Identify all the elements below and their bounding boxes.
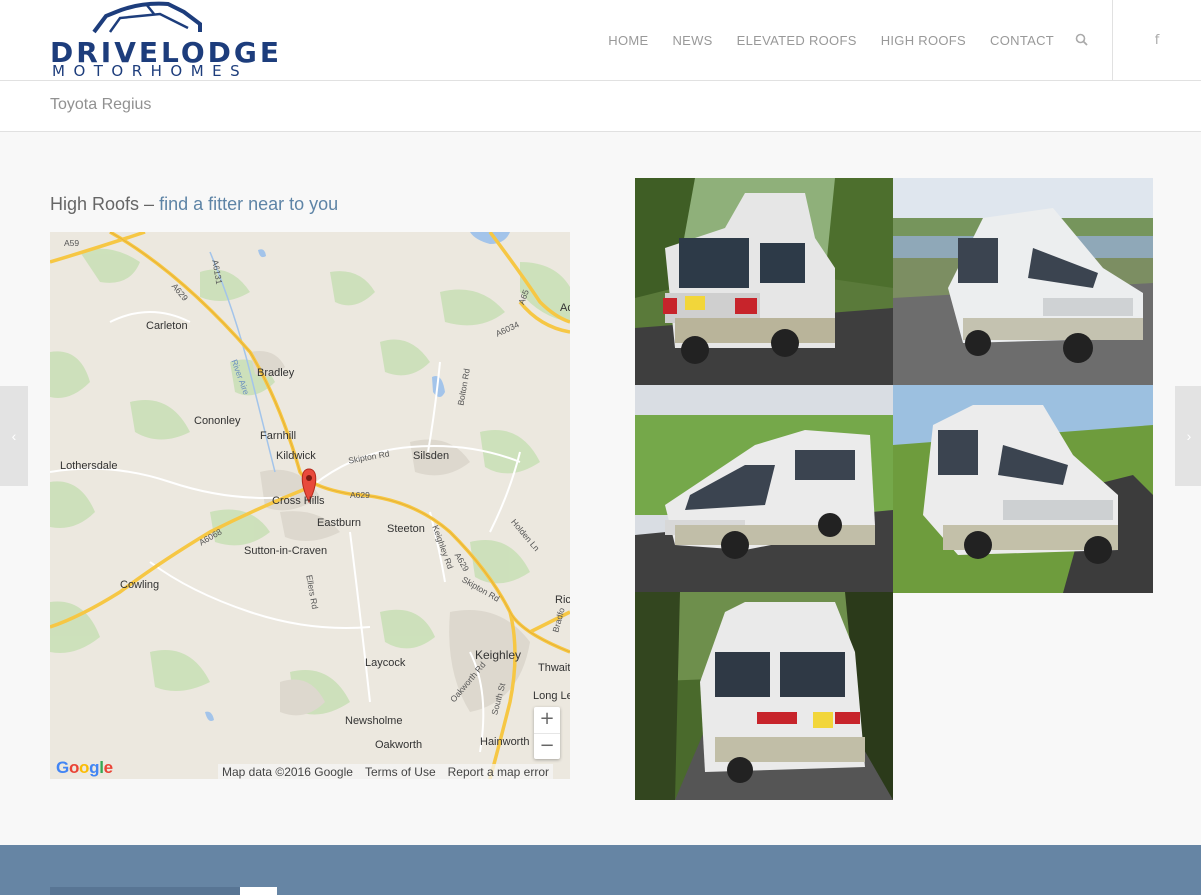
- map-label-kildwick: Kildwick: [276, 450, 316, 462]
- photo-van-rear-lane: [635, 592, 893, 800]
- nav-item-home[interactable]: HOME: [608, 33, 648, 48]
- map-label-thwait: Thwait: [538, 662, 570, 674]
- map-label-eastburn: Eastburn: [317, 517, 362, 529]
- zoom-out-button[interactable]: −: [534, 733, 560, 759]
- map-label-cowling: Cowling: [120, 579, 160, 591]
- map-label-oakworth: Oakworth: [375, 739, 423, 751]
- map-label-long-lee: Long Le: [533, 690, 570, 702]
- previous-post-arrow[interactable]: ‹: [0, 386, 28, 486]
- map-label-lothersdale: Lothersdale: [60, 460, 118, 472]
- gallery-image-2[interactable]: [893, 178, 1153, 385]
- logo-wordmark-bottom: MOTORHOMES: [52, 62, 249, 80]
- map-report-error-link[interactable]: Report a map error: [448, 765, 549, 779]
- map-label-cononley: Cononley: [194, 415, 241, 427]
- zoom-in-button[interactable]: +: [534, 707, 560, 733]
- nav-item-high-roofs[interactable]: HIGH ROOFS: [881, 33, 966, 48]
- map-road-a59: A59: [64, 238, 80, 248]
- gallery-image-1[interactable]: [635, 178, 893, 385]
- chevron-right-icon: ›: [1186, 428, 1192, 444]
- gallery-image-5[interactable]: [635, 592, 893, 800]
- nav-item-contact[interactable]: CONTACT: [990, 33, 1054, 48]
- search-icon[interactable]: [1074, 32, 1090, 48]
- next-post-arrow[interactable]: ›: [1175, 386, 1201, 486]
- fitter-map[interactable]: Carleton Bradley Cononley Farnhill Kildw…: [50, 232, 570, 779]
- find-fitter-link[interactable]: find a fitter near to you: [159, 194, 338, 214]
- map-label-farnhill: Farnhill: [260, 430, 297, 442]
- map-label-sutton-in-craven: Sutton-in-Craven: [244, 545, 328, 557]
- map-label-ric: Ric: [555, 594, 570, 606]
- map-label-silsden: Silsden: [413, 450, 450, 462]
- chevron-left-icon: ‹: [11, 428, 17, 444]
- heading-prefix: High Roofs –: [50, 194, 160, 214]
- map-label-newsholme: Newsholme: [345, 715, 403, 727]
- map-zoom-control: + −: [534, 707, 560, 759]
- map-label-carleton: Carleton: [146, 320, 188, 332]
- map-label-ac: Ac: [560, 302, 570, 314]
- site-footer: [0, 845, 1201, 895]
- map-label-steeton: Steeton: [387, 523, 425, 535]
- photo-van-rear-trees: [635, 178, 893, 385]
- photo-van-front-road: [893, 385, 1153, 593]
- map-road-a629-center: A629: [350, 490, 370, 500]
- google-logo[interactable]: Google: [56, 758, 113, 778]
- nav-item-elevated-roofs[interactable]: ELEVATED ROOFS: [737, 33, 857, 48]
- map-label-keighley: Keighley: [475, 648, 522, 662]
- main-navigation: HOME NEWS ELEVATED ROOFS HIGH ROOFS CONT…: [608, 0, 1201, 80]
- map-label-laycock: Laycock: [365, 657, 406, 669]
- map-attribution: Map data ©2016 Google Terms of Use Repor…: [218, 764, 553, 779]
- photo-van-side-fields: [635, 385, 893, 592]
- map-label-bradley: Bradley: [257, 367, 295, 379]
- gallery-image-3[interactable]: [635, 385, 893, 592]
- nav-item-news[interactable]: NEWS: [672, 33, 712, 48]
- footer-search-button[interactable]: [240, 887, 277, 895]
- site-logo[interactable]: DRIVELODGE MOTORHOMES: [50, 0, 279, 80]
- photo-van-front-lake: [893, 178, 1153, 385]
- page-title[interactable]: Toyota Regius: [50, 96, 151, 114]
- map-terms-link[interactable]: Terms of Use: [365, 765, 436, 779]
- map-data-credit: Map data ©2016 Google: [222, 764, 353, 779]
- title-bar: Toyota Regius: [0, 81, 1201, 132]
- section-heading: High Roofs – find a fitter near to you: [50, 194, 338, 215]
- facebook-icon[interactable]: f: [1112, 0, 1201, 80]
- gallery-image-4[interactable]: [893, 385, 1153, 593]
- site-header: DRIVELODGE MOTORHOMES HOME NEWS ELEVATED…: [0, 0, 1201, 81]
- map-label-hainworth: Hainworth: [480, 736, 530, 748]
- footer-search-input[interactable]: [50, 887, 240, 895]
- map-label-cross-hills: Cross Hills: [272, 495, 325, 507]
